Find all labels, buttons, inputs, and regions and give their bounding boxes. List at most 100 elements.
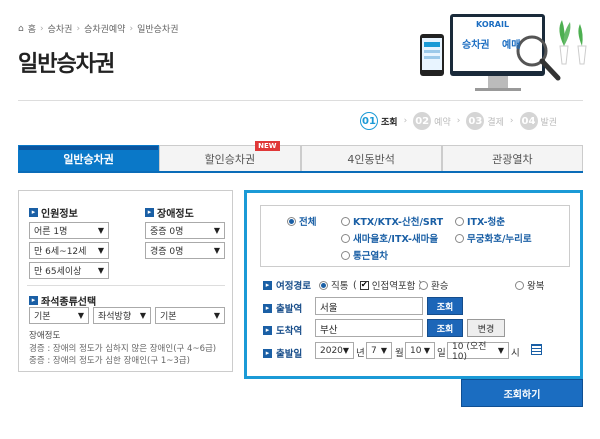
train-class-saemaeul[interactable]: 새마을호/ITX-새마을 [341, 231, 438, 245]
search-panel: 전체 KTX/KTX-산천/SRT ITX-청춘 새마을호/ITX-새마을 무궁… [244, 190, 583, 379]
train-class-commuter[interactable]: 통근열차 [341, 248, 388, 262]
breadcrumb: ⌂ 홈 › 승차권 › 승차권예약 › 일반승차권 [18, 22, 179, 36]
step-2: 02 예약 [413, 112, 451, 130]
seat-direction-select[interactable]: 좌석방향 ▼ [93, 307, 151, 324]
step-label: 발권 [540, 117, 558, 128]
year-select[interactable]: 2020 ▼ [315, 342, 354, 359]
arrow-bullet-icon: ▸ [29, 208, 38, 217]
seat-section-title: ▸ 좌석종류선택 [29, 293, 96, 308]
tab-label: 관광열차 [492, 152, 533, 166]
route-adjacent-checkbox[interactable]: (✔인접역포함) [353, 278, 422, 293]
divider [27, 285, 225, 286]
chevron-right-icon: › [509, 116, 514, 126]
radio-icon [341, 233, 350, 243]
arrow-bullet-icon: ▸ [263, 325, 272, 335]
breadcrumb-home[interactable]: 홈 [28, 22, 36, 35]
radio-icon [455, 233, 464, 243]
radio-icon [319, 280, 328, 290]
step-number: 03 [466, 112, 485, 130]
arrow-bullet-icon: ▸ [263, 348, 272, 358]
home-icon[interactable]: ⌂ [18, 24, 24, 34]
note-mild: 경증 : 장애의 정도가 심하지 않은 장애인(구 4~6급) [29, 344, 217, 354]
step-number: 02 [413, 112, 432, 130]
caret-down-icon: ▼ [97, 246, 104, 255]
month-select[interactable]: 7 ▼ [366, 342, 392, 359]
radio-label: 무궁화호/누리로 [467, 234, 532, 245]
radio-icon [419, 280, 428, 290]
radio-icon [455, 216, 464, 226]
train-class-mugunghwa[interactable]: 무궁화호/누리로 [455, 231, 532, 245]
breadcrumb-item[interactable]: 승차권 [48, 22, 73, 35]
train-class-itx-chungchun[interactable]: ITX-청춘 [455, 214, 505, 228]
departure-search-button[interactable]: 조회 [427, 297, 463, 315]
chevron-right-icon: › [456, 116, 461, 126]
step-3: 03 결제 [466, 112, 504, 130]
chevron-right-icon: › [76, 23, 81, 34]
radio-label: 직통 [331, 281, 349, 292]
arrow-bullet-icon: ▸ [145, 208, 154, 217]
tab-label: 일반승차권 [63, 152, 114, 166]
caret-down-icon: ▼ [97, 226, 104, 235]
caret-down-icon: ▼ [423, 346, 430, 355]
severe-count-select[interactable]: 중증 0명 ▼ [145, 222, 225, 239]
caret-down-icon: ▼ [139, 311, 146, 320]
tab-tour-train[interactable]: 관광열차 [441, 145, 583, 171]
radio-label: 통근열차 [353, 251, 388, 262]
tab-four-seat[interactable]: 4인동반석 [300, 145, 442, 171]
search-submit-button[interactable]: 조회하기 [461, 379, 583, 407]
arrow-bullet-icon: ▸ [29, 296, 38, 305]
caret-down-icon: ▼ [497, 346, 504, 355]
train-class-all[interactable]: 전체 [287, 214, 316, 228]
date-label: ▸ 출발일 [263, 346, 302, 360]
day-select[interactable]: 10 ▼ [405, 342, 435, 359]
route-roundtrip[interactable]: 왕복 [515, 278, 544, 292]
step-label: 조회 [381, 117, 398, 128]
route-transfer[interactable]: 환승 [419, 278, 448, 292]
select-value: 어른 1명 [34, 227, 68, 237]
mild-count-select[interactable]: 경증 0명 ▼ [145, 242, 225, 259]
arrow-bullet-icon: ▸ [263, 280, 272, 290]
month-unit: 월 [395, 348, 404, 359]
passenger-panel: ▸ 인원정보 ▸ 장애정도 어른 1명 ▼ 중증 0명 ▼ 만 6세~12세 ▼ 경증… [18, 190, 233, 372]
radio-icon [515, 280, 524, 290]
select-value: 기본 [34, 312, 51, 322]
checkbox-icon: ✔ [359, 280, 369, 290]
hour-select[interactable]: 10 (오전10) ▼ [447, 342, 509, 362]
step-4: 04 발권 [519, 112, 558, 130]
chevron-right-icon: › [129, 23, 134, 34]
tab-general-ticket[interactable]: 일반승차권 [18, 145, 160, 171]
senior-count-select[interactable]: 만 65세이상 ▼ [29, 262, 109, 279]
page-title: 일반승차권 [18, 52, 115, 77]
label-text: 출발일 [276, 349, 303, 360]
select-value: 경증 0명 [150, 247, 184, 257]
tab-discount-ticket[interactable]: 할인승차권 NEW [159, 141, 301, 171]
select-value: 2020 [320, 345, 343, 356]
select-value: 7 [371, 345, 377, 356]
breadcrumb-item: 일반승차권 [137, 25, 179, 35]
departure-input[interactable]: 서울 [315, 297, 423, 315]
disability-section-title: ▸ 장애정도 [145, 205, 194, 220]
child-count-select[interactable]: 만 6세~12세 ▼ [29, 242, 109, 259]
breadcrumb-item[interactable]: 승차권예약 [84, 22, 125, 35]
checkbox-label: 인접역포함 [371, 281, 416, 292]
chevron-right-icon: › [40, 23, 44, 34]
arrival-input[interactable]: 부산 [315, 319, 423, 337]
note-title: 장애정도 [29, 331, 61, 341]
adult-count-select[interactable]: 어른 1명 ▼ [29, 222, 109, 239]
caret-down-icon: ▼ [380, 346, 387, 355]
section-label: 장애정도 [157, 209, 194, 220]
route-direct[interactable]: 직통 [319, 278, 348, 292]
hero-brand: KORAIL [476, 20, 510, 29]
caret-down-icon: ▼ [213, 226, 220, 235]
seat-position-select[interactable]: 기본 ▼ [155, 307, 225, 324]
swap-stations-button[interactable]: 변경 [467, 319, 505, 337]
calendar-icon[interactable] [531, 344, 542, 355]
new-badge: NEW [255, 141, 280, 151]
arrival-search-button[interactable]: 조회 [427, 319, 463, 337]
seat-type-select[interactable]: 기본 ▼ [29, 307, 89, 324]
paren-open: ( [353, 279, 357, 291]
select-value: 중증 0명 [150, 227, 184, 237]
ticket-tabs: 일반승차권 할인승차권 NEW 4인동반석 관광열차 [18, 141, 583, 173]
train-class-ktx[interactable]: KTX/KTX-산천/SRT [341, 214, 443, 228]
hero-illustration: KORAIL 승차권 예매 [410, 6, 590, 106]
